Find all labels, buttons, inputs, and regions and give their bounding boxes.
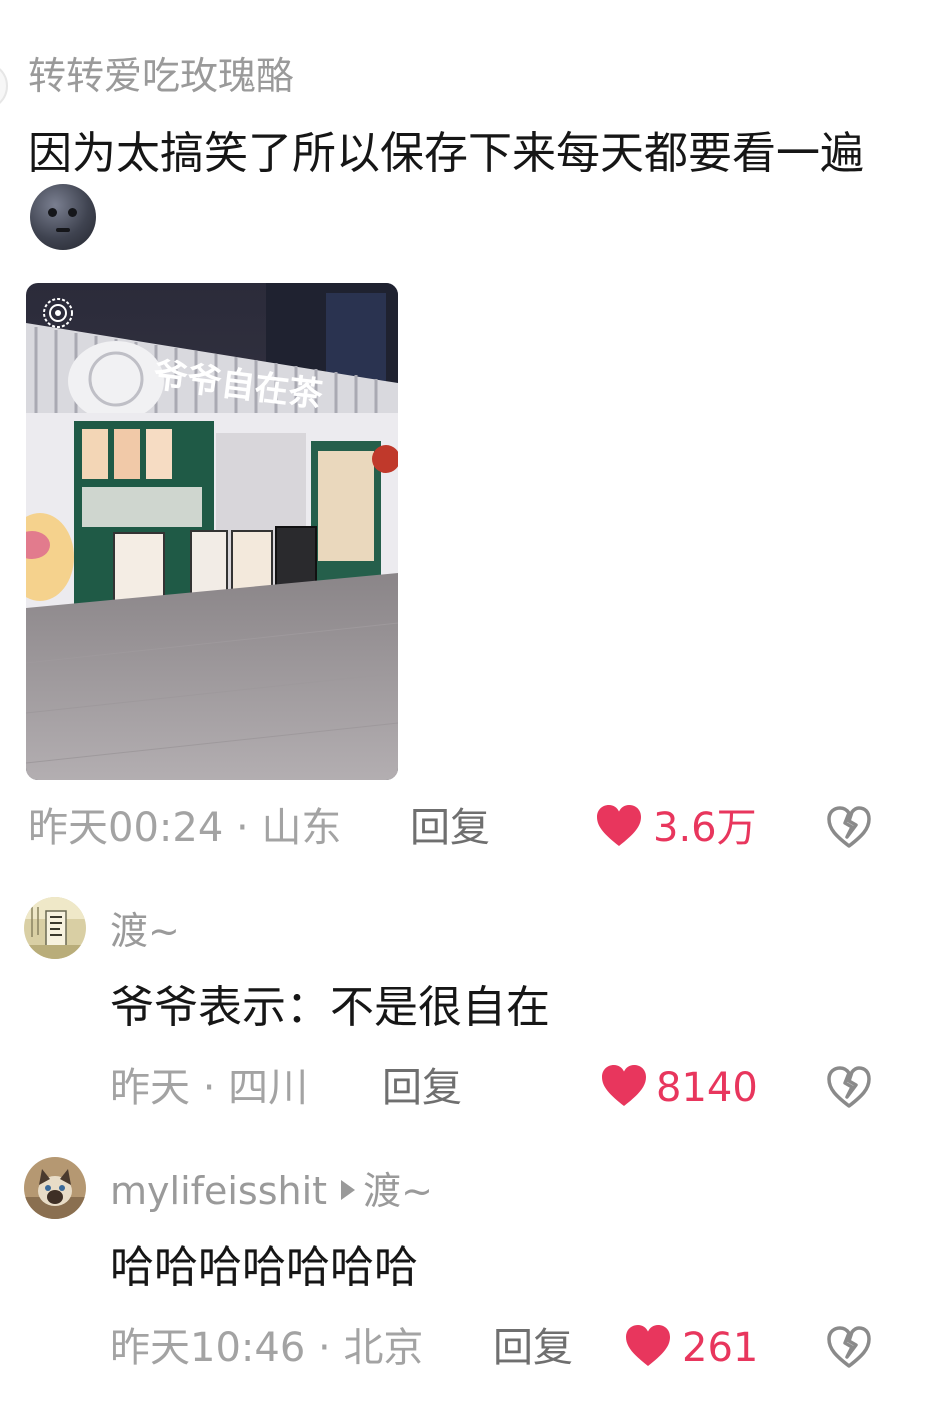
meta-separator: · [223, 805, 262, 851]
comment-text: 因为太搞笑了所以保存下来每天都要看一遍 [28, 124, 868, 254]
comment-username[interactable]: 渡~ [110, 912, 180, 950]
heart-icon[interactable] [595, 804, 643, 848]
comment-text: 哈哈哈哈哈哈哈 [110, 1242, 418, 1293]
reply-button[interactable]: 回复 [382, 1068, 462, 1108]
edge-avatar[interactable] [0, 62, 8, 110]
heart-icon[interactable] [624, 1324, 672, 1368]
comment-location: 北京 [343, 1325, 424, 1371]
comment-time: 昨天10:46 [110, 1325, 306, 1371]
avatar[interactable] [24, 897, 86, 959]
comment-text: 爷爷表示：不是很自在 [110, 982, 550, 1033]
comment-text-content: 因为太搞笑了所以保存下来每天都要看一遍 [28, 128, 864, 179]
reply-button[interactable]: 回复 [410, 808, 490, 848]
reply-arrow-icon [341, 1180, 356, 1200]
comment-time: 昨天00:24 [28, 805, 224, 851]
broken-heart-icon[interactable] [826, 1325, 872, 1369]
meta-separator: · [190, 1065, 229, 1111]
meta-separator: · [305, 1325, 344, 1371]
comment-meta: 昨天00:24 · 山东 [28, 808, 341, 848]
comment-username-row: mylifeisshit 渡~ [110, 1172, 433, 1210]
like-count: 3.6万 [653, 805, 757, 851]
broken-heart-icon[interactable] [826, 805, 872, 849]
like-count: 8140 [656, 1065, 758, 1111]
new-moon-face-icon [30, 183, 96, 250]
comment-time: 昨天 [110, 1065, 190, 1111]
comment-meta: 昨天 · 四川 [110, 1068, 308, 1108]
broken-heart-icon[interactable] [826, 1065, 872, 1109]
comment-meta: 昨天10:46 · 北京 [110, 1328, 423, 1368]
comment-username[interactable]: mylifeisshit [110, 1169, 327, 1213]
comment-location: 山东 [261, 805, 342, 851]
comment-username[interactable]: 转转爱吃玫瑰酪 [28, 57, 294, 95]
heart-icon[interactable] [600, 1064, 648, 1108]
comment-photo[interactable]: 爷爷自在茶 [26, 283, 398, 780]
avatar[interactable] [24, 1157, 86, 1219]
reply-button[interactable]: 回复 [493, 1328, 573, 1368]
comment-location: 四川 [228, 1065, 309, 1111]
like-count: 261 [682, 1325, 759, 1371]
reply-to-username[interactable]: 渡~ [363, 1169, 433, 1213]
